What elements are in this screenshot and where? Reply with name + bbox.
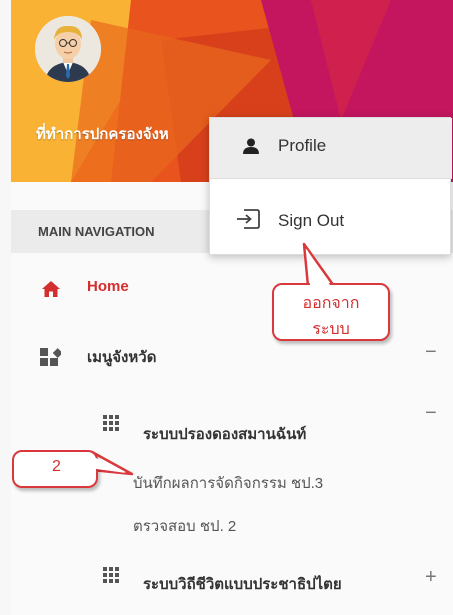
collapse-toggle[interactable]: − xyxy=(425,341,437,364)
sidebar-item-label: บันทึกผลการจัดกิจกรรม ชป.3 xyxy=(133,475,324,492)
sidebar-item-label: ตรวจสอบ ชป. 2 xyxy=(133,518,237,535)
expand-toggle[interactable]: + xyxy=(425,566,437,589)
sign-out-icon xyxy=(237,209,260,229)
apps-grid-icon xyxy=(103,415,119,431)
sidebar-leaf-verify[interactable]: ตรวจสอบ ชป. 2 xyxy=(11,514,453,536)
sign-out-label: Sign Out xyxy=(278,211,345,230)
sidebar-item-label: เมนูจังหวัด xyxy=(87,349,157,366)
step-number: 2 xyxy=(52,458,61,475)
sidebar-subitem-reconcile[interactable]: ระบบปรองดองสมานฉันท์ − xyxy=(11,402,453,446)
callout-pointer-cover xyxy=(306,249,330,285)
user-icon xyxy=(243,138,259,154)
user-dropdown-menu: Profile Sign Out xyxy=(209,117,452,255)
step-callout-pointer-cover xyxy=(90,455,126,473)
sidebar-subitem-democracy[interactable]: ระบบวิถีชีวิตแบบประชาธิปไตย + xyxy=(11,566,453,596)
step-number-callout: 2 xyxy=(12,450,98,488)
sidebar-item-label: Home xyxy=(87,278,129,295)
sidebar-item-label: ระบบปรองดองสมานฉันท์ xyxy=(143,426,307,443)
profile-menu-item[interactable]: Profile xyxy=(210,118,452,179)
home-icon xyxy=(42,281,60,297)
apps-grid-icon xyxy=(103,567,119,583)
sidebar-item-label: ระบบวิถีชีวิตแบบประชาธิปไตย xyxy=(143,576,342,593)
user-avatar[interactable] xyxy=(35,16,101,82)
dashboard-icon xyxy=(40,348,61,366)
collapse-toggle[interactable]: − xyxy=(425,402,437,425)
office-name: ที่ทำการปกครองจังห xyxy=(36,126,169,143)
profile-label: Profile xyxy=(278,136,327,155)
